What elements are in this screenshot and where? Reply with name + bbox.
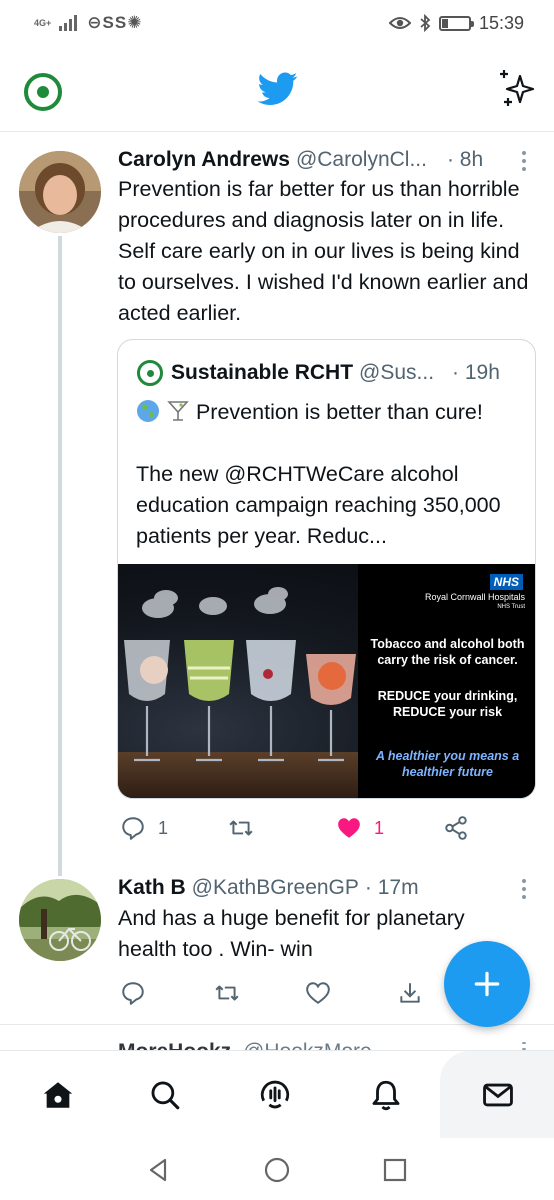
nav-notifications[interactable] <box>368 1077 404 1113</box>
notifications-icon <box>372 1080 400 1111</box>
compose-tweet-button[interactable] <box>444 941 530 1027</box>
download-share-icon <box>400 983 420 1003</box>
retweet-icon <box>215 985 239 1001</box>
messages-icon <box>483 1083 513 1107</box>
like-button[interactable] <box>305 980 331 1006</box>
retweet-button[interactable] <box>214 980 240 1006</box>
spaces-icon <box>260 1080 290 1109</box>
avatar-kath[interactable] <box>19 879 101 961</box>
tweet-header: Kath B @KathBGreenGP · 17m <box>118 876 419 900</box>
nav-spaces[interactable] <box>257 1077 293 1113</box>
system-navigation-bar <box>0 1138 554 1200</box>
reply-button[interactable] <box>120 980 146 1006</box>
search-icon <box>151 1081 180 1110</box>
home-icon <box>43 1082 73 1108</box>
avatar-kath-image <box>19 879 101 961</box>
reply-icon <box>122 982 144 1005</box>
more-options-icon[interactable] <box>522 1042 528 1050</box>
back-icon[interactable] <box>145 1156 173 1184</box>
author-name[interactable]: Kath B <box>118 876 186 900</box>
heart-outline-icon <box>306 982 330 1004</box>
author-handle[interactable]: @KathBGreenGP <box>192 876 359 900</box>
tweet-time: · 17m <box>364 876 419 899</box>
more-options-icon[interactable] <box>522 879 528 899</box>
share-button[interactable] <box>397 980 423 1006</box>
tweet-kath[interactable]: Kath B @KathBGreenGP · 17m And has a hug… <box>0 0 554 1030</box>
tweet-text: And has a huge benefit for planetary hea… <box>118 906 465 961</box>
nav-messages[interactable] <box>480 1077 516 1113</box>
recents-icon[interactable] <box>381 1156 409 1184</box>
plus-icon <box>474 971 500 997</box>
nav-search[interactable] <box>147 1077 183 1113</box>
home-circle-icon[interactable] <box>263 1156 291 1184</box>
bottom-navigation <box>0 1050 554 1139</box>
nav-home[interactable] <box>40 1077 76 1113</box>
